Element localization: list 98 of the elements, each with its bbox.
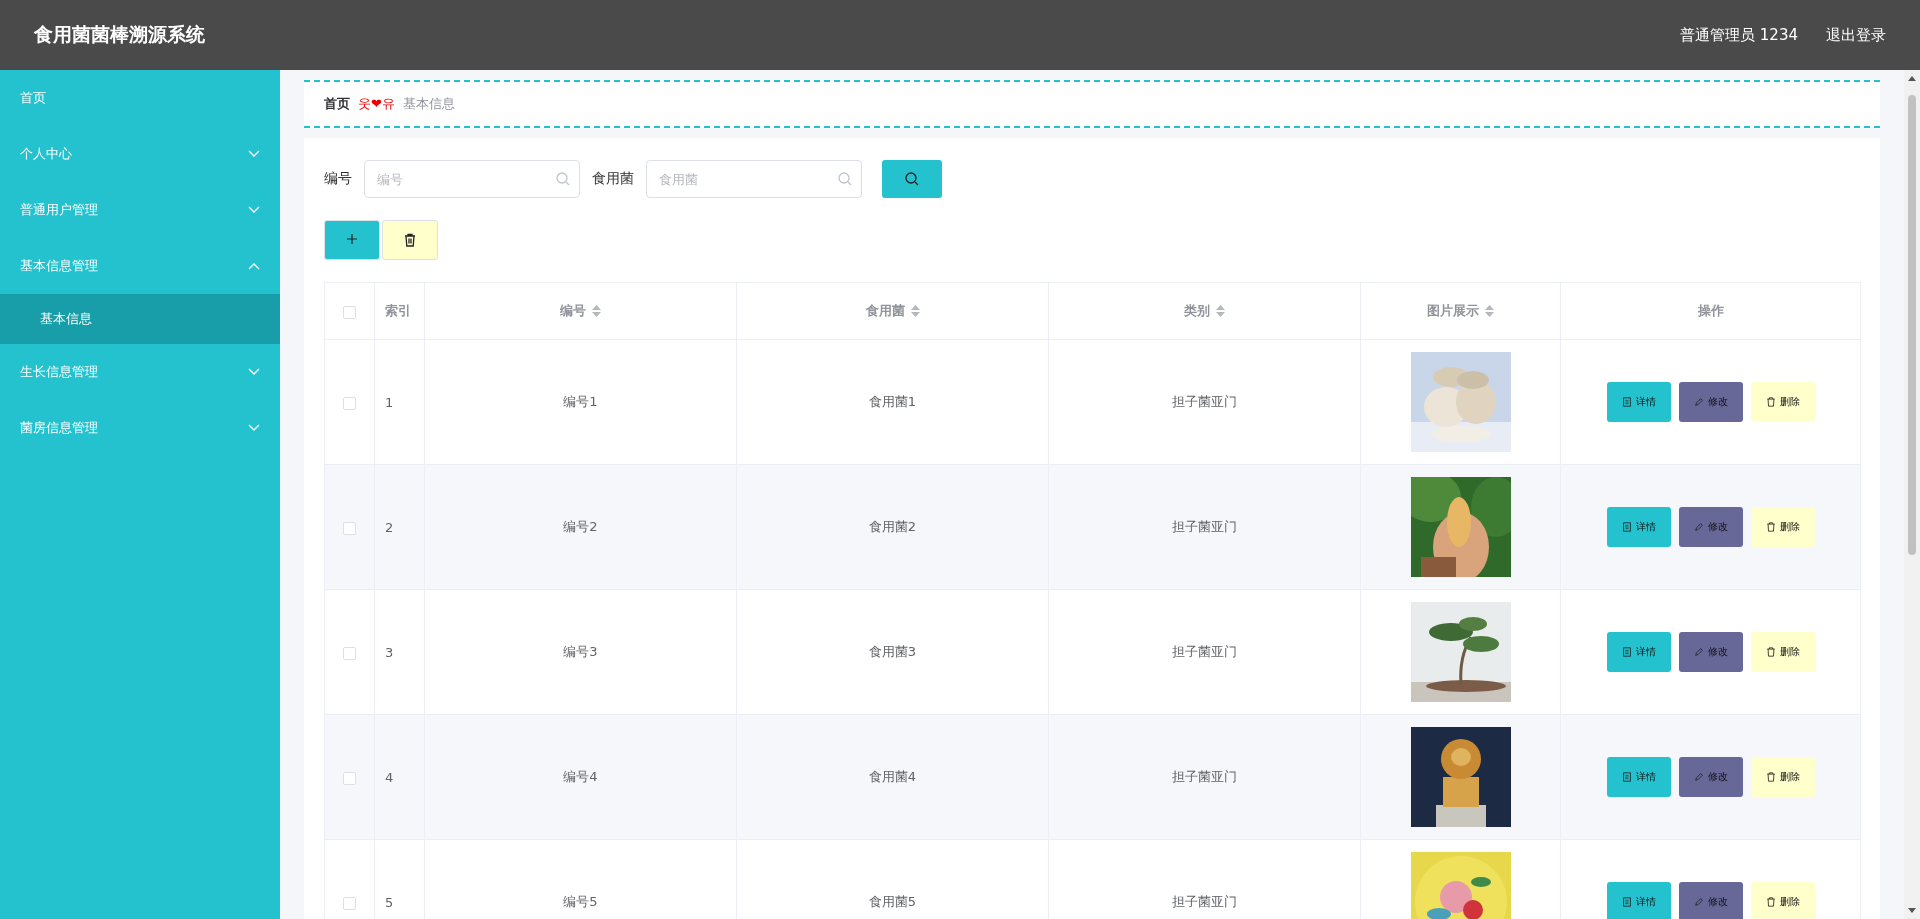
document-icon [1621, 897, 1632, 907]
table-cell: 编号4 [563, 769, 598, 784]
search-icon [905, 172, 919, 186]
search-icon [838, 172, 852, 186]
chevron-down-icon [248, 206, 260, 214]
select-all-checkbox[interactable] [343, 305, 356, 319]
document-icon [1621, 772, 1632, 782]
delete-button[interactable]: 删除 [1750, 882, 1815, 919]
table-cell: 编号5 [563, 894, 598, 909]
table-cell: 担子菌亚门 [1172, 394, 1237, 409]
table-cell: 1 [385, 394, 394, 410]
table-cell: 食用菌2 [868, 519, 917, 534]
details-button[interactable]: 详情 [1606, 632, 1671, 672]
table-cell: 担子菌亚门 [1172, 644, 1237, 659]
table-cell: 担子菌亚门 [1172, 519, 1237, 534]
table-cell: 食用菌1 [868, 394, 917, 409]
table-cell: 食用菌3 [868, 644, 917, 659]
column-header[interactable]: 食用菌 [865, 302, 905, 320]
delete-button[interactable]: 删除 [1750, 757, 1815, 797]
pencil-icon [1693, 772, 1704, 782]
column-header: 操作 [1697, 302, 1724, 320]
chevron-down-icon [248, 368, 260, 376]
trash-icon [1765, 772, 1776, 782]
details-button[interactable]: 详情 [1606, 882, 1671, 919]
pencil-icon [1693, 397, 1704, 407]
table-cell: 编号1 [563, 394, 598, 409]
user-label: 普通管理员 1234 [1680, 25, 1798, 45]
sort-icon[interactable] [910, 305, 920, 317]
table-cell: 5 [385, 894, 394, 910]
scroll-up-icon[interactable] [1908, 76, 1916, 81]
edit-button[interactable]: 修改 [1678, 882, 1743, 919]
table-cell: 担子菌亚门 [1172, 894, 1237, 909]
trash-icon [1765, 522, 1776, 532]
row-checkbox[interactable] [343, 896, 356, 910]
table-cell: 2 [385, 519, 394, 535]
search-icon [556, 172, 570, 186]
table-cell: 食用菌4 [868, 769, 917, 784]
scrollbar[interactable] [1904, 70, 1920, 919]
chevron-down-icon [248, 150, 260, 158]
sidebar-item[interactable]: 菌房信息管理 [0, 400, 280, 456]
search-field[interactable]: 编号 [364, 160, 580, 198]
sort-icon[interactable] [592, 305, 601, 317]
sidebar-item[interactable]: 普通用户管理 [0, 182, 280, 238]
app-title: 食用菌菌棒溯源系统 [34, 22, 206, 47]
chevron-up-icon [248, 262, 260, 270]
column-header: 索引 [385, 302, 411, 320]
sort-icon[interactable] [1485, 305, 1494, 317]
column-header[interactable]: 图片展示 [1427, 302, 1479, 320]
details-button[interactable]: 详情 [1606, 507, 1671, 547]
edit-button[interactable]: 修改 [1678, 757, 1743, 797]
breadcrumb-separator: 웃❤유 [358, 95, 395, 113]
logout-link[interactable]: 退出登录 [1826, 25, 1886, 45]
delete-button[interactable] [382, 220, 438, 260]
delete-button[interactable]: 删除 [1750, 632, 1815, 672]
sort-icon[interactable] [1216, 305, 1225, 317]
sidebar-item[interactable]: 首页 [0, 70, 280, 126]
chevron-down-icon [248, 424, 260, 432]
trash-icon [1765, 647, 1776, 657]
document-icon [1621, 522, 1632, 532]
breadcrumb-current: 基本信息 [402, 95, 455, 113]
breadcrumb-link[interactable]: 首页 [324, 95, 350, 113]
trash-icon [403, 233, 417, 247]
table-cell: 4 [385, 769, 394, 785]
table-cell: 食用菌5 [868, 894, 917, 909]
table-cell: 3 [385, 644, 394, 660]
table-cell: 编号3 [563, 644, 598, 659]
document-icon [1621, 397, 1632, 407]
field-label: 食用菌 [592, 170, 634, 188]
trash-icon [1765, 897, 1776, 907]
column-header[interactable]: 类别 [1184, 302, 1210, 320]
row-checkbox[interactable] [343, 646, 356, 660]
column-header[interactable]: 编号 [560, 302, 586, 320]
trash-icon [1765, 397, 1776, 407]
delete-button[interactable]: 删除 [1750, 382, 1815, 422]
sidebar-item[interactable]: 个人中心 [0, 126, 280, 182]
details-button[interactable]: 详情 [1606, 382, 1671, 422]
details-button[interactable]: 详情 [1606, 757, 1671, 797]
row-checkbox[interactable] [343, 771, 356, 785]
sidebar-subitem[interactable]: 基本信息 [0, 294, 280, 344]
edit-button[interactable]: 修改 [1678, 632, 1743, 672]
table-cell: 担子菌亚门 [1172, 769, 1237, 784]
table-cell: 编号2 [563, 519, 598, 534]
edit-button[interactable]: 修改 [1678, 382, 1743, 422]
scroll-down-icon[interactable] [1908, 908, 1916, 913]
sidebar-item[interactable]: 生长信息管理 [0, 344, 280, 400]
field-label: 编号 [324, 170, 352, 188]
pencil-icon [1693, 647, 1704, 657]
pencil-icon [1693, 522, 1704, 532]
pencil-icon [1693, 897, 1704, 907]
row-checkbox[interactable] [343, 521, 356, 535]
search-button[interactable] [882, 160, 942, 198]
row-checkbox[interactable] [343, 396, 356, 410]
sidebar-item[interactable]: 基本信息管理 [0, 238, 280, 294]
plus-icon [345, 231, 359, 246]
search-field[interactable]: 食用菌 [646, 160, 862, 198]
edit-button[interactable]: 修改 [1678, 507, 1743, 547]
delete-button[interactable]: 删除 [1750, 507, 1815, 547]
document-icon [1621, 647, 1632, 657]
